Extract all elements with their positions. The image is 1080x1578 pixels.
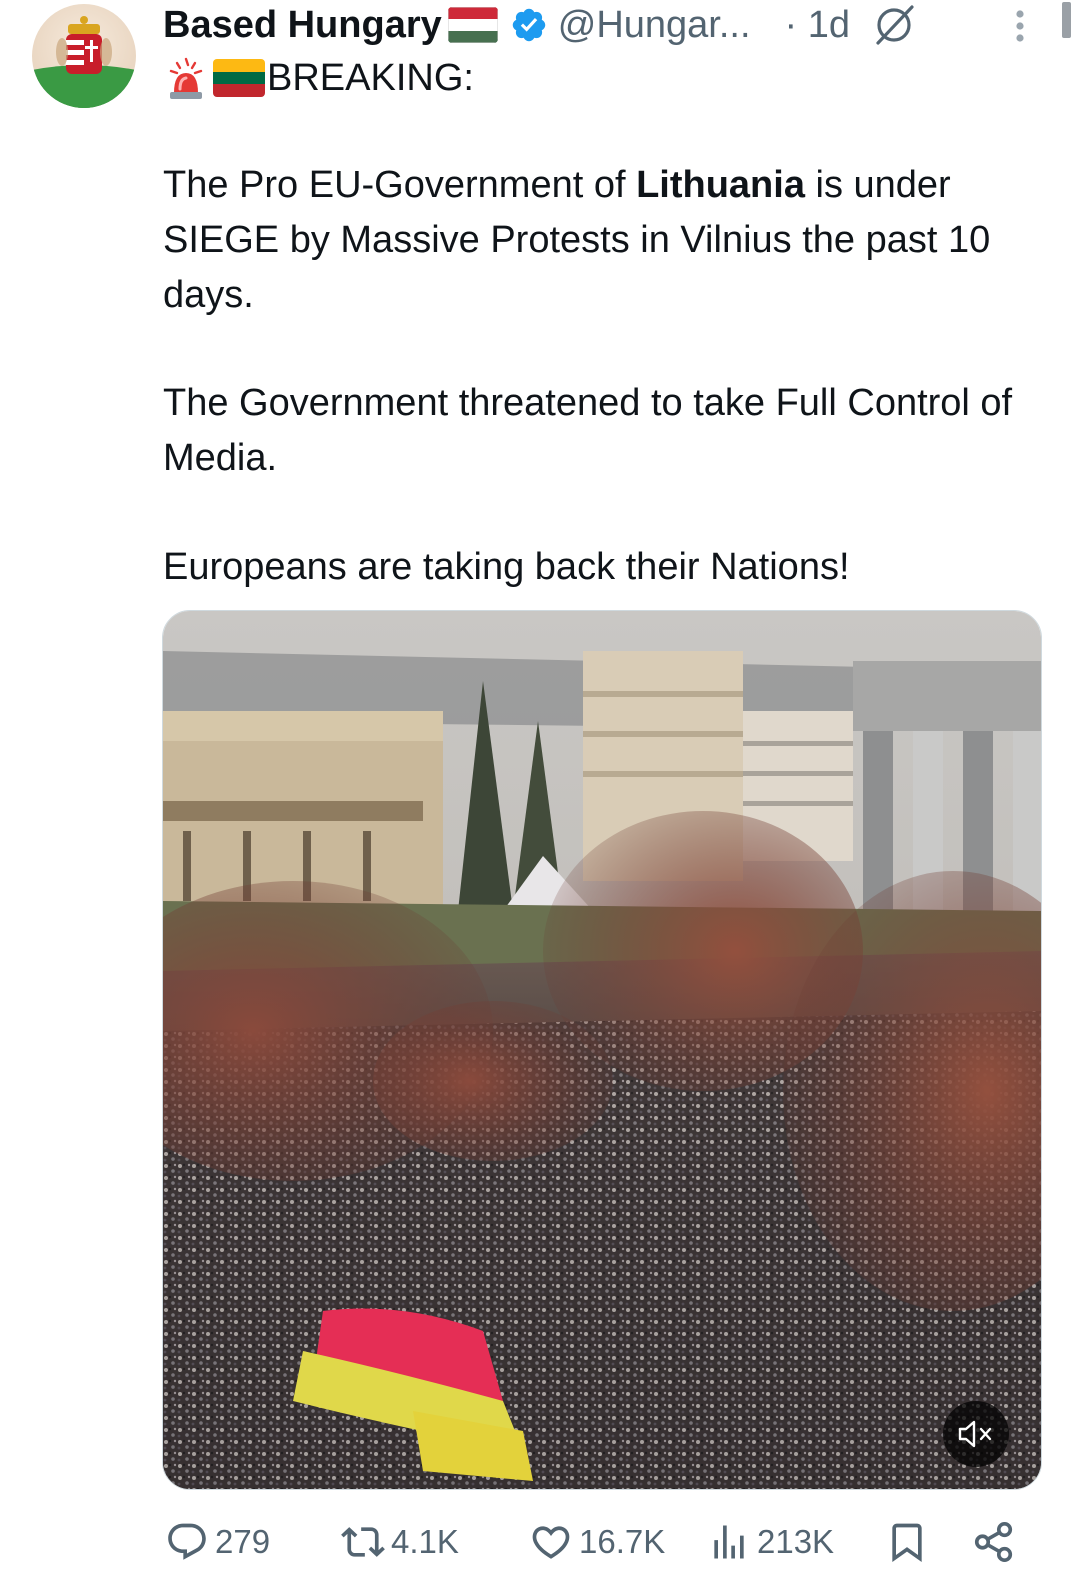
author-name[interactable]: Based Hungary bbox=[163, 4, 442, 47]
more-vertical-icon[interactable] bbox=[1008, 6, 1032, 46]
reply-count: 279 bbox=[215, 1523, 271, 1560]
volume-muted-icon bbox=[958, 1420, 992, 1448]
hungary-flag-icon bbox=[447, 7, 498, 43]
reply-icon bbox=[168, 1523, 206, 1560]
breaking-label: BREAKING: bbox=[267, 56, 474, 99]
avatar[interactable] bbox=[32, 4, 136, 108]
paragraph-1-text: The Pro EU-Government of bbox=[163, 164, 637, 206]
repost-icon bbox=[341, 1527, 385, 1557]
mute-button[interactable] bbox=[943, 1401, 1009, 1467]
tweet-paragraph-2: The Government threatened to take Full C… bbox=[163, 382, 1013, 479]
verified-badge-icon[interactable] bbox=[510, 6, 548, 44]
scroll-indicator bbox=[1062, 2, 1071, 38]
views-button[interactable]: 213K bbox=[707, 1512, 834, 1572]
lithuania-bold-text: Lithuania bbox=[636, 164, 805, 206]
post-time[interactable]: · 1d bbox=[785, 4, 850, 47]
grok-icon[interactable] bbox=[872, 3, 916, 47]
views-count: 213K bbox=[757, 1523, 835, 1560]
repost-count: 4.1K bbox=[391, 1523, 459, 1560]
repost-button[interactable]: 4.1K bbox=[341, 1512, 459, 1572]
share-button[interactable] bbox=[971, 1512, 1017, 1572]
tweet-header: Based Hungary @Hungar... · 1d bbox=[163, 0, 916, 50]
like-button[interactable]: 16.7K bbox=[529, 1512, 665, 1572]
action-bar: 279 4.1K 16.7K 213K bbox=[163, 1512, 1043, 1572]
share-icon bbox=[974, 1521, 1013, 1563]
bookmark-button[interactable] bbox=[885, 1512, 929, 1572]
reply-button[interactable]: 279 bbox=[165, 1512, 270, 1572]
avatar-image bbox=[32, 4, 136, 108]
like-count: 16.7K bbox=[579, 1523, 666, 1560]
police-light-icon bbox=[163, 55, 209, 101]
views-chart-icon bbox=[714, 1525, 744, 1559]
lithuania-flag-icon bbox=[213, 59, 265, 97]
bookmark-icon bbox=[892, 1523, 922, 1563]
tweet-paragraph-3: Europeans are taking back their Nations! bbox=[163, 546, 850, 588]
author-handle[interactable]: @Hungar... bbox=[558, 4, 751, 47]
breaking-line: BREAKING: bbox=[163, 52, 474, 104]
tweet-paragraph-1: The Pro EU-Government of Lithuania is un… bbox=[163, 158, 1053, 323]
video-frame bbox=[163, 611, 1041, 1489]
tweet-video[interactable] bbox=[162, 610, 1042, 1490]
heart-icon bbox=[532, 1526, 570, 1559]
